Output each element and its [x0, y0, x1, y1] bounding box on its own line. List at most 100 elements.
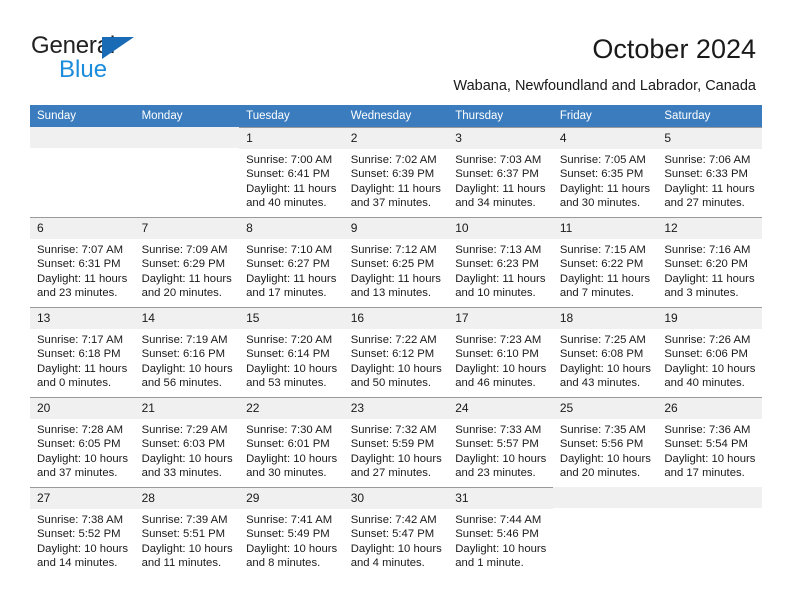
day-number: 12 [657, 218, 762, 239]
day-daylight-text: and 20 minutes. [141, 287, 222, 300]
day-sunrise-text: Sunrise: 7:25 AM [559, 334, 646, 346]
calendar-day-cell[interactable]: 13 Sunrise: 7:17 AM Sunset: 6:18 PM Dayligh… [30, 307, 135, 397]
calendar-day-cell[interactable]: 29 Sunrise: 7:41 AM Sunset: 5:49 PM Dayligh… [239, 487, 344, 577]
day-number: 13 [30, 308, 135, 329]
day-number: 5 [657, 128, 762, 149]
calendar-day-cell[interactable]: 17 Sunrise: 7:23 AM Sunset: 6:10 PM Dayligh… [448, 307, 553, 397]
day-detail-lines: Sunrise: 7:16 AM Sunset: 6:20 PM Daylight:… [657, 239, 762, 301]
day-sunrise-text: Sunrise: 7:26 AM [664, 334, 751, 346]
day-number: 21 [134, 398, 240, 419]
calendar-day-cell[interactable]: 23 Sunrise: 7:32 AM Sunset: 5:59 PM Dayligh… [343, 397, 449, 487]
logo-text-blue: Blue [59, 56, 108, 83]
day-detail-lines: Sunrise: 7:26 AM Sunset: 6:06 PM Daylight:… [657, 329, 762, 391]
day-daylight-text: and 37 minutes. [37, 467, 118, 480]
day-detail-lines: Sunrise: 7:23 AM Sunset: 6:10 PM Daylight:… [448, 329, 553, 391]
day-number: 22 [239, 398, 344, 419]
day-number: 8 [239, 218, 344, 239]
calendar-day-cell[interactable]: 18 Sunrise: 7:25 AM Sunset: 6:08 PM Dayligh… [552, 307, 658, 397]
calendar-day-cell[interactable]: 20 Sunrise: 7:28 AM Sunset: 6:05 PM Dayligh… [30, 397, 135, 487]
calendar-day-cell[interactable]: 14 Sunrise: 7:19 AM Sunset: 6:16 PM Dayligh… [134, 307, 240, 397]
day-detail-lines: Sunrise: 7:06 AM Sunset: 6:33 PM Daylight:… [657, 149, 762, 211]
calendar-day-cell[interactable]: 7 Sunrise: 7:09 AM Sunset: 6:29 PM Daylight… [134, 217, 240, 307]
day-sunrise-text: Sunrise: 7:39 AM [141, 514, 228, 526]
day-daylight-text: Daylight: 10 hours [141, 542, 233, 555]
day-daylight-text: and 23 minutes. [455, 467, 536, 480]
day-daylight-text: and 50 minutes. [350, 377, 432, 390]
day-cell: 6 Sunrise: 7:07 AM Sunset: 6:31 PM Daylight… [30, 217, 135, 307]
calendar-day-cell[interactable]: 5 Sunrise: 7:06 AM Sunset: 6:33 PM Daylight… [657, 127, 762, 217]
calendar-day-cell[interactable]: 2 Sunrise: 7:02 AM Sunset: 6:39 PM Daylight… [343, 127, 449, 217]
calendar-day-cell[interactable]: 9 Sunrise: 7:12 AM Sunset: 6:25 PM Daylight… [343, 217, 449, 307]
day-number [552, 487, 658, 508]
calendar-day-cell[interactable]: 4 Sunrise: 7:05 AM Sunset: 6:35 PM Daylight… [552, 127, 658, 217]
day-cell: 27 Sunrise: 7:38 AM Sunset: 5:52 PM Dayligh… [30, 487, 135, 577]
sunrise-sunset-calendar-table: Sunday Monday Tuesday Wednesday Thursday… [30, 105, 762, 577]
day-sunrise-text: Sunrise: 7:20 AM [246, 334, 333, 346]
day-sunrise-text: Sunrise: 7:19 AM [141, 334, 228, 346]
calendar-day-cell[interactable]: 30 Sunrise: 7:42 AM Sunset: 5:47 PM Dayligh… [343, 487, 449, 577]
calendar-day-cell[interactable]: 10 Sunrise: 7:13 AM Sunset: 6:23 PM Dayligh… [448, 217, 553, 307]
day-detail-lines: Sunrise: 7:15 AM Sunset: 6:22 PM Daylight:… [553, 239, 658, 301]
calendar-day-cell[interactable]: 31 Sunrise: 7:44 AM Sunset: 5:46 PM Dayligh… [448, 487, 553, 577]
day-daylight-text: Daylight: 10 hours [350, 362, 442, 375]
day-sunrise-text: Sunrise: 7:16 AM [664, 244, 751, 256]
day-daylight-text: and 53 minutes. [246, 377, 327, 390]
day-daylight-text: Daylight: 10 hours [455, 452, 547, 465]
day-daylight-text: and 17 minutes. [664, 467, 745, 480]
calendar-day-cell[interactable]: 6 Sunrise: 7:07 AM Sunset: 6:31 PM Daylight… [30, 217, 135, 307]
day-cell: 31 Sunrise: 7:44 AM Sunset: 5:46 PM Dayligh… [448, 487, 553, 577]
day-detail-lines: Sunrise: 7:00 AM Sunset: 6:41 PM Daylight:… [239, 149, 344, 211]
calendar-day-cell [552, 487, 658, 577]
day-number: 18 [552, 308, 658, 329]
day-daylight-text: and 0 minutes. [37, 377, 112, 390]
general-blue-logo[interactable]: General Blue [31, 33, 231, 83]
day-sunset-text: Sunset: 5:49 PM [246, 528, 330, 541]
day-daylight-text: and 34 minutes. [455, 197, 536, 210]
calendar-day-cell[interactable]: 12 Sunrise: 7:16 AM Sunset: 6:20 PM Dayligh… [657, 217, 762, 307]
day-daylight-text: and 3 minutes. [664, 287, 739, 300]
calendar-day-cell[interactable]: 8 Sunrise: 7:10 AM Sunset: 6:27 PM Daylight… [239, 217, 344, 307]
day-sunset-text: Sunset: 5:47 PM [350, 528, 435, 541]
day-number: 30 [343, 488, 449, 509]
day-cell: 14 Sunrise: 7:19 AM Sunset: 6:16 PM Dayligh… [134, 307, 240, 397]
day-sunset-text: Sunset: 6:20 PM [664, 258, 748, 271]
day-sunset-text: Sunset: 6:33 PM [664, 168, 748, 181]
day-cell: 11 Sunrise: 7:15 AM Sunset: 6:22 PM Dayligh… [552, 217, 658, 307]
day-sunrise-text: Sunrise: 7:17 AM [37, 334, 124, 346]
day-number: 17 [448, 308, 553, 329]
day-number: 9 [343, 218, 449, 239]
calendar-day-cell[interactable]: 25 Sunrise: 7:35 AM Sunset: 5:56 PM Dayligh… [552, 397, 658, 487]
day-daylight-text: Daylight: 10 hours [246, 452, 338, 465]
calendar-day-cell[interactable]: 28 Sunrise: 7:39 AM Sunset: 5:51 PM Dayligh… [134, 487, 240, 577]
calendar-day-cell[interactable]: 11 Sunrise: 7:15 AM Sunset: 6:22 PM Dayligh… [552, 217, 658, 307]
empty-day-cell [552, 487, 658, 577]
day-detail-lines: Sunrise: 7:13 AM Sunset: 6:23 PM Daylight:… [448, 239, 553, 301]
day-daylight-text: and 17 minutes. [246, 287, 327, 300]
day-sunset-text: Sunset: 6:14 PM [246, 348, 330, 361]
calendar-day-cell[interactable]: 15 Sunrise: 7:20 AM Sunset: 6:14 PM Dayligh… [239, 307, 344, 397]
calendar-day-cell[interactable]: 3 Sunrise: 7:03 AM Sunset: 6:37 PM Daylight… [448, 127, 553, 217]
calendar-day-cell[interactable]: 24 Sunrise: 7:33 AM Sunset: 5:57 PM Dayligh… [448, 397, 553, 487]
day-daylight-text: and 10 minutes. [455, 287, 536, 300]
calendar-day-cell[interactable]: 27 Sunrise: 7:38 AM Sunset: 5:52 PM Dayligh… [30, 487, 135, 577]
day-detail-lines: Sunrise: 7:28 AM Sunset: 6:05 PM Daylight:… [30, 419, 135, 481]
day-sunrise-text: Sunrise: 7:07 AM [37, 244, 124, 256]
calendar-day-cell[interactable]: 19 Sunrise: 7:26 AM Sunset: 6:06 PM Dayligh… [657, 307, 762, 397]
calendar-day-cell[interactable]: 22 Sunrise: 7:30 AM Sunset: 6:01 PM Dayligh… [239, 397, 344, 487]
day-sunset-text: Sunset: 6:41 PM [246, 168, 330, 181]
day-daylight-text: and 8 minutes. [246, 557, 321, 570]
weekday-header-wednesday: Wednesday [343, 105, 449, 127]
day-sunset-text: Sunset: 6:01 PM [246, 438, 330, 451]
day-daylight-text: and 40 minutes. [664, 377, 745, 390]
day-daylight-text: Daylight: 10 hours [559, 362, 651, 375]
calendar-week-row: 13 Sunrise: 7:17 AM Sunset: 6:18 PM Dayligh… [30, 307, 762, 397]
calendar-day-cell[interactable]: 26 Sunrise: 7:36 AM Sunset: 5:54 PM Dayligh… [657, 397, 762, 487]
day-sunset-text: Sunset: 6:37 PM [455, 168, 539, 181]
day-detail-lines: Sunrise: 7:07 AM Sunset: 6:31 PM Daylight:… [30, 239, 135, 301]
calendar-day-cell[interactable]: 16 Sunrise: 7:22 AM Sunset: 6:12 PM Dayligh… [343, 307, 449, 397]
day-daylight-text: Daylight: 11 hours [350, 182, 441, 195]
calendar-day-cell[interactable]: 21 Sunrise: 7:29 AM Sunset: 6:03 PM Dayligh… [134, 397, 240, 487]
day-detail-lines: Sunrise: 7:22 AM Sunset: 6:12 PM Daylight:… [344, 329, 449, 391]
calendar-day-cell[interactable]: 1 Sunrise: 7:00 AM Sunset: 6:41 PM Daylight… [239, 127, 344, 217]
day-daylight-text: Daylight: 10 hours [455, 542, 547, 555]
